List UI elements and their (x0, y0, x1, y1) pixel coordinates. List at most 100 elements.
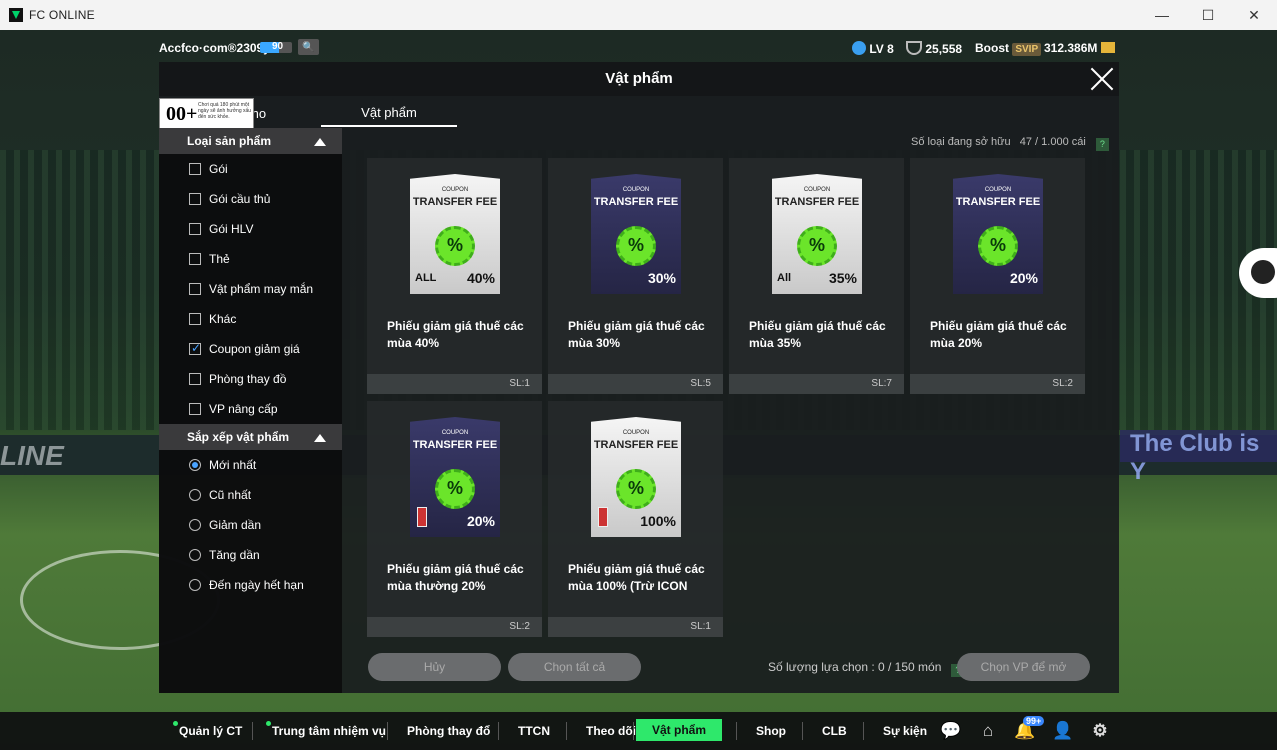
nav-item[interactable]: CLB (822, 724, 847, 738)
checkbox[interactable] (189, 163, 201, 175)
type-option[interactable]: VP nâng cấp (159, 394, 342, 424)
checkbox[interactable] (189, 253, 201, 265)
transfer-fee-label: TRANSFER FEE (412, 196, 498, 208)
profile-icon[interactable]: 👤 (1052, 721, 1073, 741)
coupon-card-image: COUPON TRANSFER FEE% 100% (591, 417, 681, 537)
nav-item[interactable]: Quản lý CT (173, 721, 243, 738)
chat-icon[interactable]: 💬 (940, 721, 961, 741)
type-option[interactable]: Gói HLV (159, 214, 342, 244)
sort-title: Sắp xếp vật phẩm (187, 430, 290, 444)
type-option[interactable]: Gói cầu thủ (159, 184, 342, 214)
nav-item[interactable]: Sự kiện (883, 724, 927, 738)
level-status: LV 8 (852, 41, 894, 56)
nav-separator (802, 722, 803, 740)
checkbox[interactable] (189, 341, 201, 355)
type-filter-header[interactable]: Loại sản phẩm (159, 128, 342, 154)
notification-badge: 99+ (1023, 716, 1045, 726)
percent-badge-icon: % (616, 469, 656, 509)
item-card[interactable]: COUPON TRANSFER FEE% 20% Phiếu giảm giá thu… (910, 158, 1085, 394)
selection-count-text: Số lượng lựa chọn : 0 / 150 món (768, 660, 942, 674)
selection-count: Số lượng lựa chọn : 0 / 150 món? (768, 660, 965, 677)
percent-badge-icon: % (435, 226, 475, 266)
tab-vat-pham[interactable]: Vật phẩm (321, 102, 457, 127)
radio-button[interactable] (189, 489, 201, 501)
coupon-label: COUPON (441, 187, 469, 193)
coupon-label: COUPON (622, 187, 650, 193)
cancel-button[interactable]: Hủy (368, 653, 501, 681)
nav-item[interactable]: TTCN (518, 724, 550, 738)
discount-value: 20% (466, 513, 495, 529)
nav-label: Sự kiện (883, 724, 928, 738)
nav-item[interactable]: Phòng thay đổ (407, 724, 490, 738)
coupon-card-image: COUPON TRANSFER FEE% 40% ALL (410, 174, 500, 294)
item-card[interactable]: COUPON TRANSFER FEE% 35% All Phiếu giảm giá … (729, 158, 904, 394)
sort-option[interactable]: Giảm dần (159, 510, 342, 540)
discount-value: 20% (1009, 270, 1038, 286)
checkbox[interactable] (189, 403, 201, 415)
type-option[interactable]: Thẻ (159, 244, 342, 274)
select-all-button[interactable]: Chọn tất cả (508, 653, 641, 681)
radio-button[interactable] (189, 549, 201, 561)
type-option[interactable]: Gói (159, 154, 342, 184)
option-label: Khác (209, 312, 237, 326)
nav-separator (633, 722, 634, 740)
option-label: Gói cầu thủ (209, 192, 271, 206)
item-card[interactable]: COUPON TRANSFER FEE% 30% Phiếu giảm giá thu… (548, 158, 723, 394)
age-rating-badge: 00+ Chơi quá 180 phút một ngày sẽ ảnh hư… (159, 98, 254, 132)
ad-board-text-right: The Club is Y (1120, 430, 1277, 485)
checkbox[interactable] (189, 283, 201, 295)
close-window-button[interactable]: ✕ (1231, 0, 1277, 30)
nav-separator (736, 722, 737, 740)
season-mini-icon (598, 507, 608, 527)
nav-label: CLB (822, 724, 847, 738)
percent-badge-icon: % (978, 226, 1018, 266)
item-quantity: SL:2 (910, 374, 1085, 394)
radio-button[interactable] (189, 579, 201, 591)
item-card[interactable]: COUPON TRANSFER FEE% 100% Phiếu giảm giá th… (548, 401, 723, 637)
nav-item[interactable]: Vật phẩm (636, 719, 723, 741)
items-modal: Vật phẩm Kho Vật phẩm 00+ Chơi quá 180 p… (159, 62, 1119, 693)
checkbox[interactable] (189, 223, 201, 235)
checkbox[interactable] (189, 373, 201, 385)
nav-separator (863, 722, 864, 740)
sort-option[interactable]: Tăng dần (159, 540, 342, 570)
nav-item[interactable]: Trung tâm nhiệm vụ (266, 721, 386, 738)
sort-header[interactable]: Sắp xếp vật phẩm (159, 424, 342, 450)
sort-option[interactable]: Đến ngày hết hạn (159, 570, 342, 600)
item-card[interactable]: COUPON TRANSFER FEE% 20% Phiếu giảm giá thu… (367, 401, 542, 637)
gear-icon[interactable]: ⚙ (1090, 721, 1110, 741)
radio-button[interactable] (189, 459, 201, 471)
type-option[interactable]: Vật phẩm may mắn (159, 274, 342, 304)
level-number: 90 (272, 41, 284, 52)
item-card[interactable]: COUPON TRANSFER FEE% 40% ALL Phiếu giảm giá … (367, 158, 542, 394)
help-icon[interactable]: ? (1095, 138, 1109, 151)
shield-status: 25,558 (906, 41, 962, 56)
option-label: Phòng thay đồ (209, 372, 287, 386)
minimize-button[interactable]: — (1139, 0, 1185, 30)
item-name: Phiếu giảm giá thuế các mùa 100% (Trừ IC… (568, 562, 705, 593)
home-icon[interactable]: ⌂ (978, 721, 998, 741)
nav-label: Quản lý CT (179, 724, 243, 738)
checkbox[interactable] (189, 193, 201, 205)
checkbox[interactable] (189, 313, 201, 325)
shield-icon (906, 41, 922, 55)
sort-option[interactable]: Cũ nhất (159, 480, 342, 510)
type-option[interactable]: Phòng thay đồ (159, 364, 342, 394)
item-name: Phiếu giảm giá thuế các mùa 30% (568, 319, 705, 350)
open-item-button[interactable]: Chọn VP để mở (957, 653, 1090, 681)
type-option[interactable]: Khác (159, 304, 342, 334)
maximize-button[interactable]: ☐ (1185, 0, 1231, 30)
close-icon[interactable] (1089, 66, 1115, 92)
discount-value: 35% (828, 270, 857, 286)
radio-button[interactable] (189, 519, 201, 531)
option-label: Coupon giảm giá (209, 342, 300, 356)
owned-label: Số loại đang sở hữu (911, 136, 1011, 148)
age-warning: Chơi quá 180 phút một ngày sẽ ảnh hưởng … (198, 102, 252, 120)
option-label: Giảm dần (209, 518, 262, 532)
sort-option[interactable]: Mới nhất (159, 450, 342, 480)
type-option[interactable]: Coupon giảm giá (159, 334, 342, 364)
nav-item[interactable]: Shop (756, 724, 786, 738)
nav-item[interactable]: Theo dõi (586, 724, 636, 738)
transfer-fee-label: TRANSFER FEE (593, 196, 679, 208)
search-button[interactable]: 🔍 (298, 39, 319, 55)
